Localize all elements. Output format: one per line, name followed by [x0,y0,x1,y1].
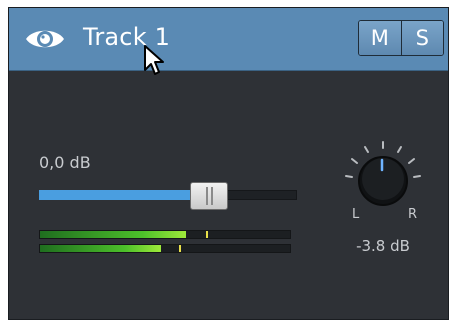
pan-knob[interactable]: L R [335,136,431,226]
level-meter-peak [178,245,181,252]
volume-value-label: 0,0 dB [39,153,91,172]
eye-icon[interactable] [24,25,66,53]
volume-slider-fill [39,190,210,200]
mute-button[interactable]: M [359,21,401,55]
pan-left-label: L [352,207,360,222]
volume-slider-thumb[interactable] [190,182,229,210]
track-panel: Track 1 M S 0,0 dB L R -3.8 dB [8,7,449,320]
level-meter-peak [206,231,209,238]
level-meter-fill [40,231,187,238]
pan-right-label: R [408,207,417,222]
volume-slider[interactable] [39,182,297,210]
level-meter-left [39,230,291,239]
level-meter-fill [40,245,161,252]
track-header: Track 1 M S [9,8,448,71]
mouse-cursor-icon [144,45,164,75]
pan-value-label: -3.8 dB [356,237,410,255]
mute-solo-group: M S [358,20,444,56]
solo-button[interactable]: S [400,21,443,55]
level-meter-right [39,244,291,253]
